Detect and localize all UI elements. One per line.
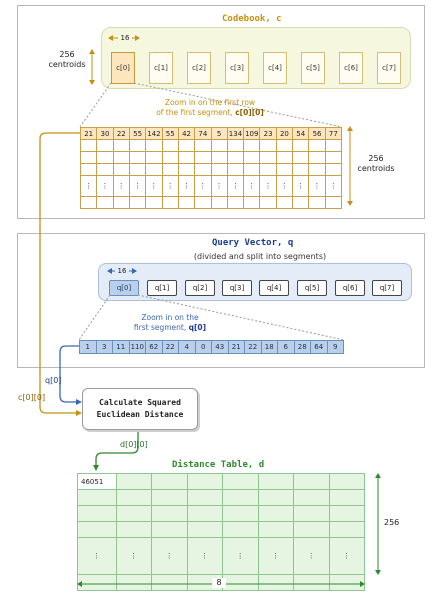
ellipsis: ⋮ (77, 537, 117, 575)
distance-rows-arrow (375, 473, 381, 575)
calculate-distance-box: Calculate Squared Euclidean Distance (82, 388, 198, 430)
distance-ellipsis-row: ⋮ ⋮ ⋮ ⋮ ⋮ ⋮ ⋮ ⋮ (77, 537, 365, 575)
calc-line1: Calculate Squared (99, 398, 181, 407)
ellipsis: ⋮ (293, 537, 330, 575)
ellipsis: ⋮ (115, 537, 152, 575)
flow-d-label: d[0][0] (120, 440, 148, 449)
flow-q-label: q[0] (45, 376, 62, 385)
distance-rows-label: 256 (384, 518, 400, 527)
distance-row (77, 521, 365, 538)
ellipsis: ⋮ (222, 537, 259, 575)
distance-title: Distance Table, d (172, 460, 265, 470)
distance-grid: 46051 ⋮ ⋮ ⋮ ⋮ ⋮ ⋮ ⋮ ⋮ (77, 473, 365, 591)
distance-cols-label: 8 (212, 578, 226, 588)
distance-row: 46051 (77, 473, 365, 490)
ellipsis: ⋮ (328, 537, 365, 575)
distance-row (77, 489, 365, 506)
ellipsis: ⋮ (151, 537, 188, 575)
distance-row (77, 505, 365, 522)
ellipsis: ⋮ (257, 537, 294, 575)
calc-line2: Euclidean Distance (96, 410, 184, 419)
flow-c-label: c[0][0] (18, 393, 46, 402)
distance-first-cell: 46051 (77, 473, 117, 490)
ellipsis: ⋮ (186, 537, 223, 575)
